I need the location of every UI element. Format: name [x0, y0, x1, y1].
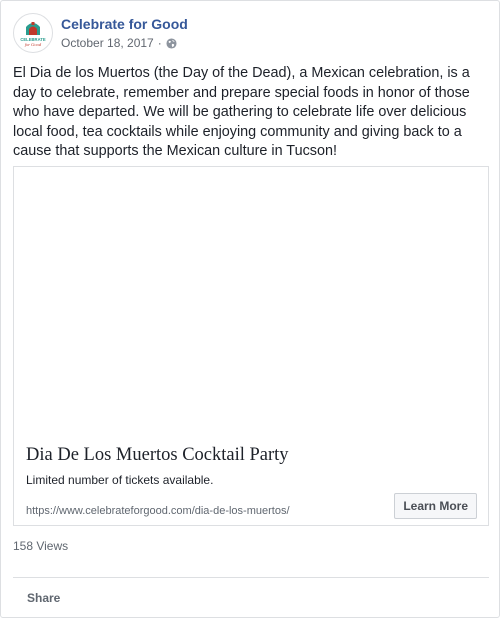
post-header: CELEBRATE for Good Celebrate for Good Oc… — [13, 13, 483, 53]
logo-text-bottom: for Good — [25, 42, 42, 47]
meta-separator: · — [157, 36, 162, 50]
link-url: https://www.celebrateforgood.com/dia-de-… — [26, 505, 290, 517]
post-message: El Dia de los Muertos (the Day of the De… — [13, 64, 489, 162]
link-title[interactable]: Dia De Los Muertos Cocktail Party — [26, 445, 289, 466]
views-count[interactable]: 158 Views — [13, 539, 68, 553]
post-card: CELEBRATE for Good Celebrate for Good Oc… — [0, 0, 500, 618]
learn-more-button[interactable]: Learn More — [394, 493, 477, 519]
post-actions: Share — [13, 583, 489, 617]
celebrate-for-good-logo-icon: CELEBRATE for Good — [15, 15, 51, 51]
avatar[interactable]: CELEBRATE for Good — [13, 13, 53, 53]
link-attachment[interactable]: Dia De Los Muertos Cocktail Party Limite… — [13, 166, 489, 526]
action-divider — [13, 577, 489, 578]
post-date[interactable]: October 18, 2017 — [61, 36, 154, 50]
link-preview-image[interactable] — [14, 167, 488, 431]
post-meta: October 18, 2017 · — [61, 36, 177, 50]
globe-icon[interactable] — [166, 37, 177, 49]
page-name-link[interactable]: Celebrate for Good — [61, 16, 188, 32]
link-description: Limited number of tickets available. — [26, 473, 214, 487]
share-button[interactable]: Share — [27, 591, 60, 605]
post-message-text: El Dia de los Muertos (the Day of the De… — [13, 65, 470, 159]
